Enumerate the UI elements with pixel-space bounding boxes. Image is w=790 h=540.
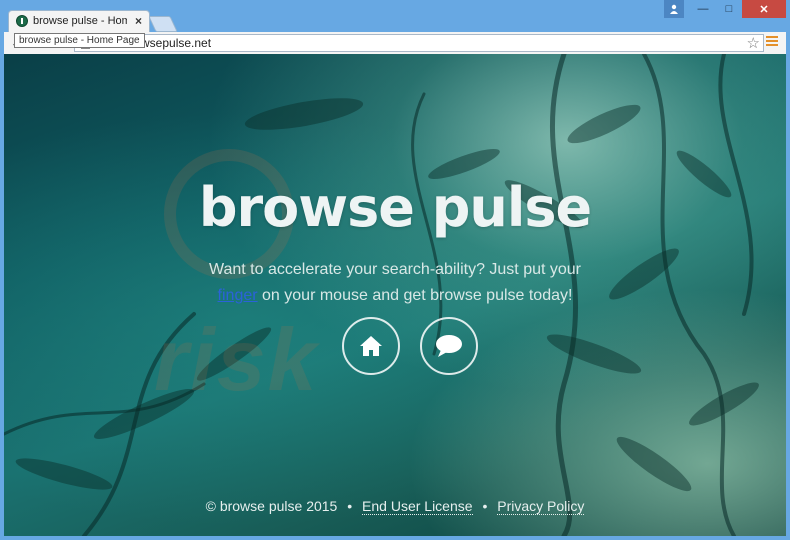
speech-bubble-icon [436, 335, 462, 357]
address-bar[interactable]: www.browsepulse.net ☆ [74, 34, 764, 52]
privacy-policy-link[interactable]: Privacy Policy [497, 498, 585, 515]
close-window-button[interactable]: ✕ [742, 0, 786, 18]
subtitle-line-2-text: on your mouse and get browse pulse today… [262, 287, 573, 304]
watermark-text: risk [154, 310, 319, 409]
user-profile-icon[interactable] [664, 0, 684, 18]
window-controls: — □ ✕ [664, 0, 786, 18]
maximize-button[interactable]: □ [716, 0, 742, 18]
home-icon [360, 336, 382, 356]
page-subtitle: Want to accelerate your search-ability? … [4, 257, 786, 309]
footer-separator: • [347, 498, 353, 514]
site-favicon-icon [16, 15, 28, 27]
tab-title: browse pulse - Home Page [33, 15, 127, 27]
eula-link[interactable]: End User License [362, 498, 473, 515]
subtitle-line-2: finger on your mouse and get browse puls… [4, 283, 786, 309]
browser-window: browse pulse - Home Page × — □ ✕ ← → ⟳ w… [0, 0, 790, 540]
page-viewport: risk browse pulse Want to accelerate you… [4, 54, 786, 536]
bookmark-star-icon[interactable]: ☆ [747, 34, 760, 52]
page-footer: © browse pulse 2015 • End User License •… [4, 498, 786, 515]
subtitle-line-1: Want to accelerate your search-ability? … [208, 261, 582, 278]
finger-link[interactable]: finger [218, 287, 258, 304]
page-title: browse pulse [198, 176, 592, 239]
tab-tooltip: browse pulse - Home Page [14, 33, 145, 48]
minimize-button[interactable]: — [690, 0, 716, 18]
title-bar: browse pulse - Home Page × — □ ✕ [0, 0, 790, 32]
browser-tab[interactable]: browse pulse - Home Page × [8, 10, 150, 32]
new-tab-button[interactable] [148, 16, 178, 32]
copyright-text: © browse pulse 2015 [205, 498, 338, 514]
chat-button[interactable] [420, 317, 478, 375]
home-button[interactable] [342, 317, 400, 375]
tab-close-icon[interactable]: × [135, 14, 142, 28]
chrome-menu-icon[interactable] [766, 36, 778, 48]
footer-separator: • [482, 498, 488, 514]
